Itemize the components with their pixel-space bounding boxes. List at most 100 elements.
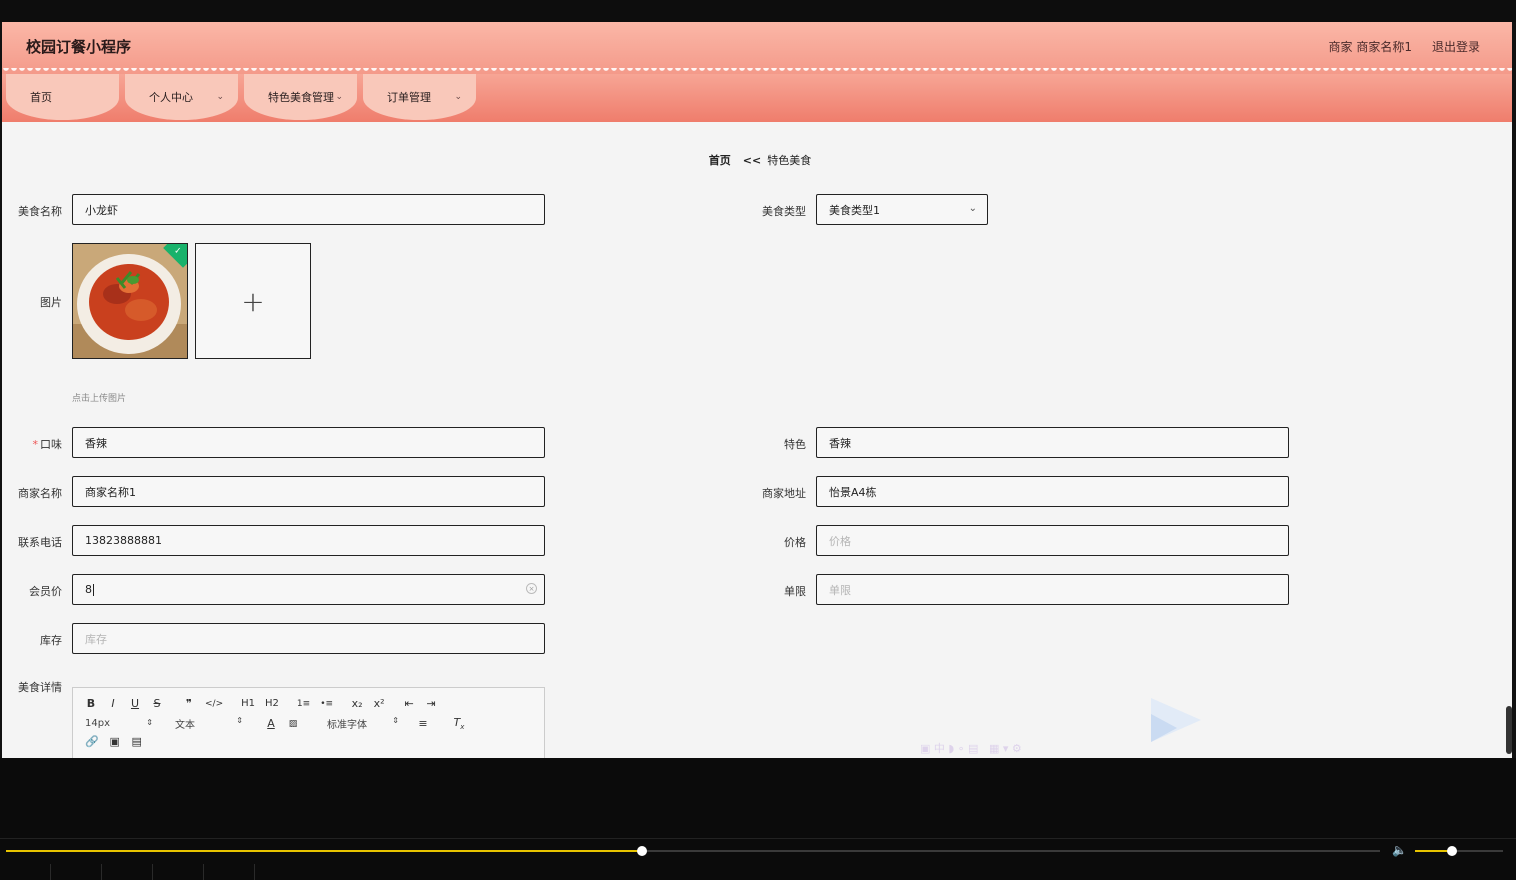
editor-toolbar-row-3: 🔗 ▣ ▤ (85, 735, 153, 748)
stock-placeholder: 库存 (85, 632, 107, 646)
subscript-button[interactable]: x₂ (351, 697, 363, 710)
image-upload-hint: 点击上传图片 (72, 394, 127, 404)
merchant-address-input[interactable]: 怡景A4栋 (816, 476, 1289, 507)
limit-label: 单限 (784, 585, 806, 598)
chevron-down-icon: ⌄ (216, 92, 224, 102)
required-mark: * (32, 438, 39, 451)
phone-label: 联系电话 (18, 536, 62, 549)
bold-button[interactable]: B (85, 697, 97, 710)
rich-text-editor[interactable]: B I U S ❞ </> H1 H2 1≡ •≡ x₂ x² ⇤ ⇥ 14px… (72, 687, 545, 758)
feature-label: 特色 (784, 438, 806, 451)
food-type-label: 美食类型 (762, 205, 806, 218)
nav-item-home[interactable]: 首页 (6, 74, 119, 120)
app-window: 校园订餐小程序 商家 商家名称1 退出登录 首页 个人中心 ⌄ 特色美食管理 ⌄… (2, 22, 1512, 758)
updown-icon: ⇕ (146, 718, 153, 728)
text-style-value: 文本 (175, 720, 195, 732)
chevron-down-icon: ⌄ (454, 92, 462, 102)
member-price-input[interactable]: 8 × (72, 574, 545, 605)
member-price-value: 8 (85, 583, 92, 596)
background-color-icon[interactable]: ▨ (287, 719, 299, 729)
page-scrollbar[interactable] (1506, 706, 1512, 754)
strikethrough-button[interactable]: S (151, 697, 163, 710)
logout-link[interactable]: 退出登录 (1432, 38, 1480, 55)
font-size-select[interactable]: 14px ⇕ (85, 718, 153, 729)
feature-value: 香辣 (829, 436, 851, 450)
ordered-list-button[interactable]: 1≡ (297, 699, 310, 709)
limit-input[interactable]: 单限 (816, 574, 1289, 605)
nav-item-label: 个人中心 (149, 91, 193, 104)
breadcrumb-current: 特色美食 (767, 154, 812, 167)
bullet-list-button[interactable]: •≡ (320, 699, 333, 709)
merchant-name-input[interactable]: 商家名称1 (72, 476, 545, 507)
font-family-value: 标准字体 (327, 720, 367, 732)
underline-button[interactable]: U (129, 697, 141, 710)
chevron-down-icon: ⌄ (335, 92, 343, 102)
blockquote-button[interactable]: ❞ (183, 697, 195, 710)
merchant-address-value: 怡景A4栋 (829, 485, 877, 499)
link-icon[interactable]: 🔗 (85, 735, 99, 748)
player-divider (0, 838, 1516, 839)
food-name-input[interactable]: 小龙虾 (72, 194, 545, 225)
seek-handle[interactable] (637, 846, 648, 856)
italic-button[interactable]: I (107, 697, 119, 710)
merchant-name-value: 商家名称1 (85, 485, 136, 499)
nav-item-food-management[interactable]: 特色美食管理 ⌄ (244, 74, 357, 120)
taskbar-slot (204, 864, 255, 880)
stock-label: 库存 (40, 634, 62, 647)
price-label: 价格 (784, 536, 806, 549)
video-player-bar: 🔈 (0, 758, 1516, 880)
volume-icon[interactable]: 🔈 (1392, 843, 1407, 857)
food-name-value: 小龙虾 (85, 203, 118, 217)
phone-value: 13823888881 (85, 534, 162, 547)
price-placeholder: 价格 (829, 534, 851, 548)
header: 校园订餐小程序 商家 商家名称1 退出登录 (2, 22, 1512, 74)
food-type-value: 美食类型1 (829, 203, 880, 217)
food-type-select[interactable]: 美食类型1 ⌄ (816, 194, 988, 225)
feature-input[interactable]: 香辣 (816, 427, 1289, 458)
crayfish-dish-image (73, 244, 187, 358)
taste-value: 香辣 (85, 436, 107, 450)
check-icon: ✓ (174, 246, 182, 257)
taskbar-strip (0, 864, 1516, 880)
superscript-button[interactable]: x² (373, 697, 385, 710)
code-block-button[interactable]: </> (205, 699, 223, 709)
updown-icon: ⇕ (236, 716, 243, 726)
stock-input[interactable]: 库存 (72, 623, 545, 654)
merchant-name-label: 商家名称 (18, 487, 62, 500)
nav-item-order-management[interactable]: 订单管理 ⌄ (363, 74, 476, 120)
price-input[interactable]: 价格 (816, 525, 1289, 556)
volume-slider[interactable] (1415, 850, 1503, 852)
main-nav: 首页 个人中心 ⌄ 特色美食管理 ⌄ 订单管理 ⌄ (2, 74, 1512, 122)
font-family-select[interactable]: 标准字体 ⇕ (327, 716, 399, 731)
heading1-button[interactable]: H1 (241, 698, 255, 709)
volume-handle[interactable] (1446, 846, 1457, 856)
text-caret (93, 583, 94, 596)
clear-format-icon[interactable]: Tx (453, 716, 465, 731)
updown-icon: ⇕ (392, 716, 399, 726)
font-color-icon[interactable]: A (265, 717, 277, 730)
food-image-thumbnail[interactable]: ✓ (72, 243, 188, 359)
text-style-select[interactable]: 文本 ⇕ (175, 716, 243, 731)
image-label: 图片 (40, 296, 62, 309)
taste-input[interactable]: 香辣 (72, 427, 545, 458)
seek-bar-progress (6, 850, 643, 852)
video-icon[interactable]: ▤ (131, 735, 143, 748)
image-icon[interactable]: ▣ (109, 735, 121, 748)
clear-icon[interactable]: × (526, 583, 537, 594)
current-user: 商家 商家名称1 (1328, 40, 1412, 54)
details-label: 美食详情 (18, 681, 62, 694)
seek-bar[interactable] (6, 850, 1380, 852)
editor-toolbar-row-2: 14px ⇕ 文本 ⇕ A ▨ 标准字体 ⇕ ≡ Tx (85, 716, 475, 731)
breadcrumb-home[interactable]: 首页 (709, 154, 731, 167)
taskbar-slot (51, 864, 102, 880)
nav-item-personal-center[interactable]: 个人中心 ⌄ (125, 74, 238, 120)
editor-toolbar-row-1: B I U S ❞ </> H1 H2 1≡ •≡ x₂ x² ⇤ ⇥ (85, 697, 447, 710)
phone-input[interactable]: 13823888881 (72, 525, 545, 556)
indent-button[interactable]: ⇥ (425, 697, 437, 710)
image-upload-button[interactable]: + (195, 243, 311, 359)
outdent-button[interactable]: ⇤ (403, 697, 415, 710)
align-icon[interactable]: ≡ (417, 717, 429, 730)
taskbar-slot (0, 864, 51, 880)
brand-title: 校园订餐小程序 (26, 38, 132, 56)
heading2-button[interactable]: H2 (265, 698, 279, 709)
